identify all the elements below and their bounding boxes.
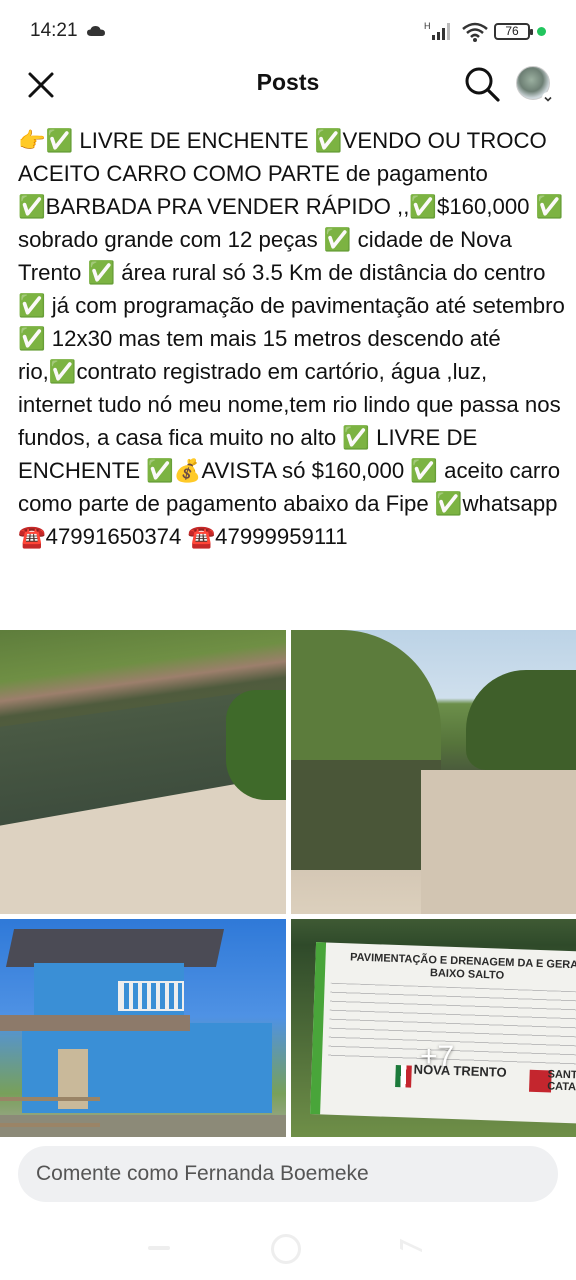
chevron-down-icon (542, 92, 554, 104)
sign-board: PAVIMENTAÇÃO E DRENAGEM DA E GERAL BAIXO… (310, 942, 576, 1124)
close-icon (28, 72, 54, 98)
photo-river-2[interactable] (291, 630, 576, 914)
battery-icon: 76 (494, 23, 533, 40)
cloud-icon (87, 26, 105, 36)
photo-river-1[interactable] (0, 630, 286, 914)
back-icon[interactable] (400, 1238, 422, 1260)
search-icon (465, 67, 500, 102)
system-nav-bar (0, 1220, 576, 1280)
recents-icon[interactable] (148, 1246, 170, 1250)
comment-placeholder: Comente como Fernanda Boemeke (36, 1162, 369, 1185)
header: Posts (0, 62, 576, 106)
signal-icon: H (424, 21, 450, 40)
photo-sign[interactable]: PAVIMENTAÇÃO E DRENAGEM DA E GERAL BAIXO… (291, 919, 576, 1137)
comment-input[interactable]: Comente como Fernanda Boemeke (18, 1146, 558, 1202)
close-button[interactable] (22, 66, 60, 104)
svg-text:H: H (424, 21, 431, 31)
post-text: 👉✅ LIVRE DE ENCHENTE ✅VENDO OU TROCO ACE… (18, 128, 565, 549)
profile-menu-button[interactable] (516, 64, 556, 104)
sign-title: PAVIMENTAÇÃO E DRENAGEM DA E GERAL BAIXO… (349, 951, 576, 982)
sign-logo-right: SANT CATA (546, 1068, 576, 1094)
status-bar: 14:21 H 76 (0, 0, 576, 62)
photo-house[interactable] (0, 919, 286, 1137)
wifi-icon (462, 22, 488, 42)
home-icon[interactable] (271, 1234, 301, 1264)
search-button[interactable] (462, 64, 502, 104)
charging-dot-icon (537, 27, 546, 36)
status-time: 14:21 (30, 20, 78, 41)
more-photos-count[interactable]: +7 (420, 1040, 454, 1074)
